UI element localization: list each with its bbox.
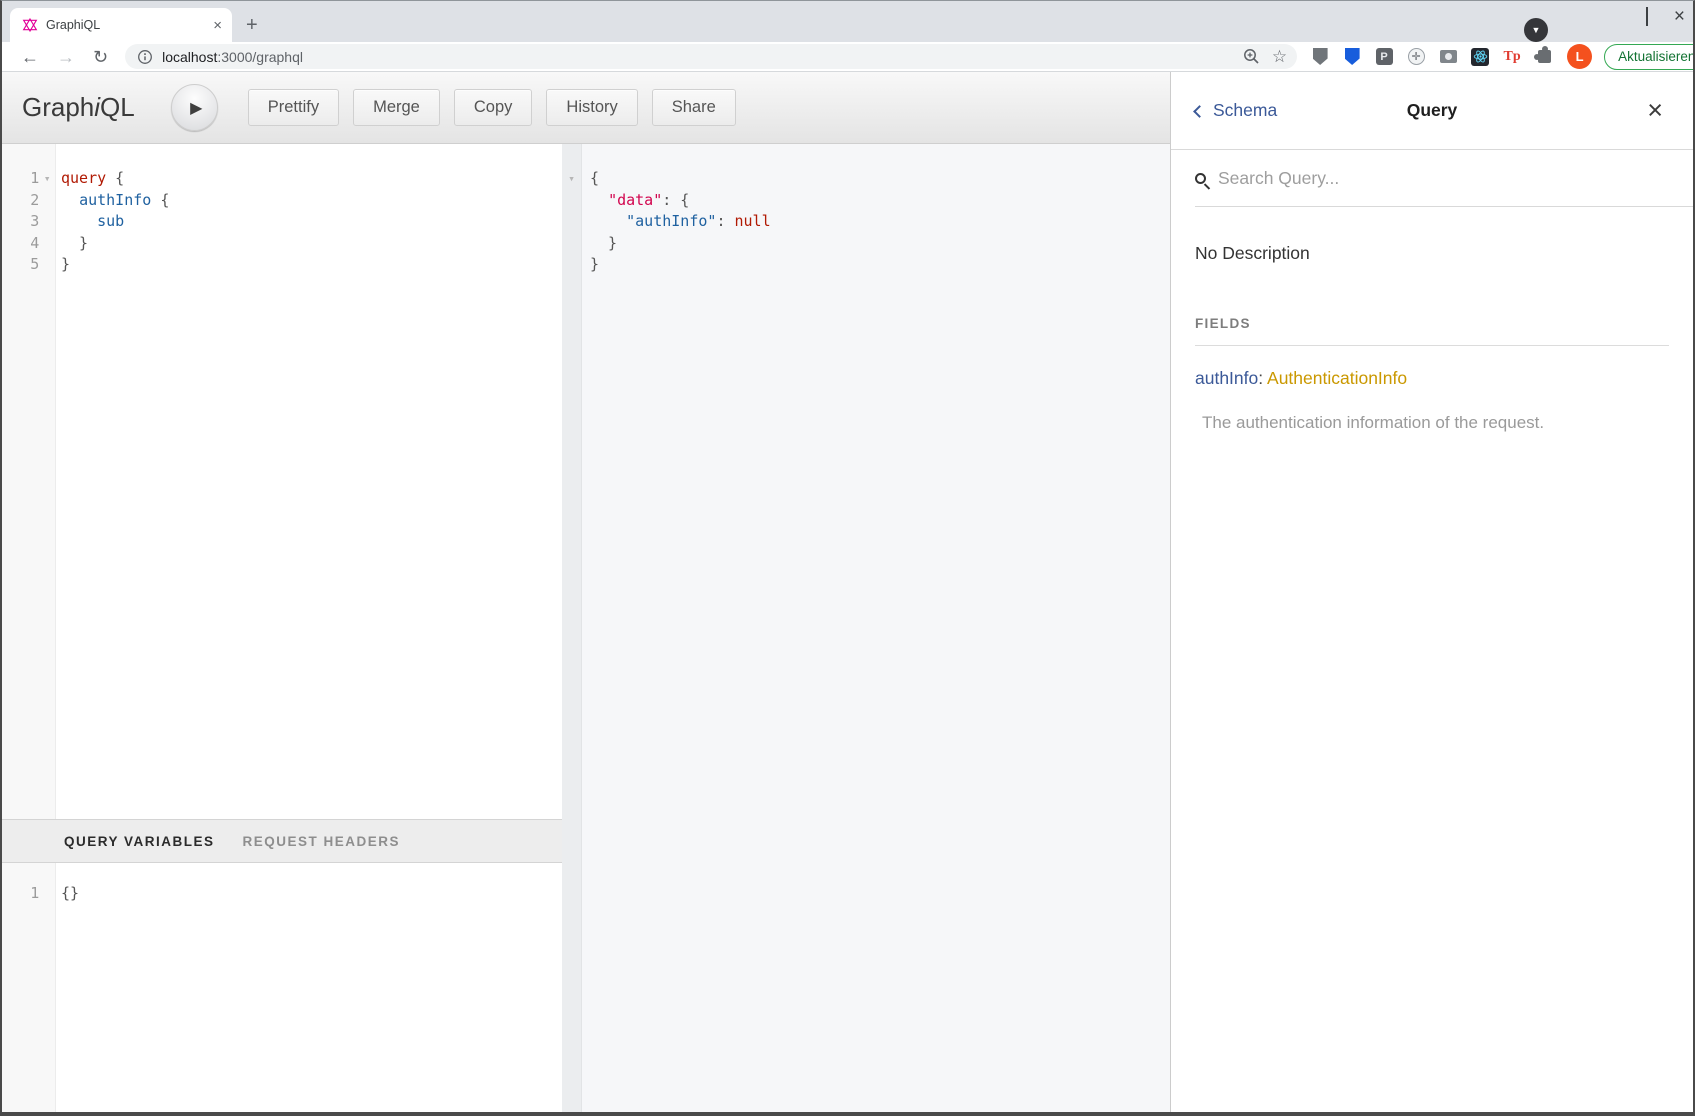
reload-icon[interactable]: ↻	[93, 48, 108, 66]
field-description: The authentication information of the re…	[1195, 413, 1669, 433]
browser-window: GraphiQL × + ▼ × ← → ↻ localhost:3000/gr…	[0, 0, 1695, 1116]
doc-search-input[interactable]	[1218, 168, 1693, 189]
tab-strip: GraphiQL × + ▼ ×	[2, 1, 1693, 42]
graphiql-logo: GraphiQL	[22, 92, 135, 123]
extensions-puzzle-icon[interactable]	[1535, 48, 1553, 66]
tab-request-headers[interactable]: REQUEST HEADERS	[243, 834, 401, 849]
graphiql-toolbar: GraphiQL ▶ Prettify Merge Copy History S…	[2, 72, 1170, 144]
execute-query-button[interactable]: ▶	[171, 84, 218, 131]
new-tab-button[interactable]: +	[246, 15, 258, 35]
circle-cross-extension-icon[interactable]: ✛	[1407, 48, 1425, 66]
browser-tab-graphiql[interactable]: GraphiQL ×	[10, 8, 232, 42]
response-fold-gutter: ▾	[562, 144, 582, 1112]
p-extension-icon[interactable]: P	[1375, 48, 1393, 66]
page-info-icon[interactable]	[137, 49, 153, 65]
ublock-extension-icon[interactable]	[1311, 48, 1329, 66]
history-button[interactable]: History	[546, 89, 637, 126]
response-viewer: ▾ { "data": { "authInfo": null }}	[562, 144, 1170, 1112]
variables-editor[interactable]: 1 {}	[2, 863, 562, 1112]
bookmark-star-icon[interactable]: ☆	[1272, 48, 1287, 65]
query-editor-code[interactable]: query { authInfo { sub }}	[56, 144, 562, 819]
query-editor[interactable]: 1▾2345 query { authInfo { sub }}	[2, 144, 562, 819]
extension-icons: P ✛ Tp L	[1311, 44, 1592, 69]
variables-tab-bar: QUERY VARIABLES REQUEST HEADERS	[2, 819, 562, 863]
screenshot-camera-extension-icon[interactable]	[1439, 48, 1457, 66]
profile-avatar[interactable]: L	[1567, 44, 1592, 69]
doc-back-link[interactable]: Schema	[1195, 100, 1277, 121]
share-button[interactable]: Share	[652, 89, 736, 126]
tab-close-icon[interactable]: ×	[213, 18, 222, 33]
field-item-authinfo: authInfo: AuthenticationInfo	[1195, 368, 1669, 389]
type-description: No Description	[1195, 243, 1669, 264]
doc-explorer-panel: Schema Query × No Description FIELDS aut…	[1170, 72, 1693, 1112]
window-controls: ×	[1620, 7, 1685, 26]
variables-editor-code[interactable]: {}	[56, 863, 562, 1112]
graphiql-app: GraphiQL ▶ Prettify Merge Copy History S…	[2, 72, 1170, 1112]
query-editor-gutter: 1▾2345	[2, 144, 56, 819]
chrome-update-menu-button[interactable]: Aktualisieren ⋮	[1604, 44, 1695, 70]
address-bar[interactable]: localhost:3000/graphql ☆	[125, 44, 1297, 69]
page-zoom-icon[interactable]	[1243, 48, 1260, 65]
back-icon[interactable]: ←	[21, 48, 39, 66]
doc-close-icon[interactable]: ×	[1647, 97, 1663, 124]
url-text[interactable]: localhost:3000/graphql	[162, 49, 303, 65]
field-name-link[interactable]: authInfo	[1195, 368, 1258, 388]
chevron-left-icon	[1193, 105, 1206, 118]
maximize-button[interactable]	[1646, 8, 1648, 26]
graphql-favicon-icon	[22, 17, 38, 33]
fields-divider	[1195, 345, 1669, 346]
merge-button[interactable]: Merge	[353, 89, 440, 126]
tab-query-variables[interactable]: QUERY VARIABLES	[64, 834, 215, 849]
copy-button[interactable]: Copy	[454, 89, 533, 126]
doc-explorer-header: Schema Query ×	[1171, 72, 1693, 150]
forward-icon: →	[57, 48, 75, 66]
browser-update-indicator-icon[interactable]: ▼	[1524, 18, 1548, 42]
fields-section-label: FIELDS	[1195, 316, 1669, 331]
bitwarden-extension-icon[interactable]	[1343, 48, 1361, 66]
search-icon	[1195, 173, 1206, 184]
play-icon: ▶	[190, 98, 202, 118]
variables-editor-gutter: 1	[2, 863, 56, 1112]
doc-body: No Description FIELDS authInfo: Authenti…	[1171, 207, 1693, 1112]
tab-title: GraphiQL	[46, 18, 213, 32]
window-close-button[interactable]: ×	[1674, 7, 1685, 26]
react-devtools-extension-icon[interactable]	[1471, 48, 1489, 66]
browser-toolbar: ← → ↻ localhost:3000/graphql	[2, 42, 1693, 72]
tp-extension-icon[interactable]: Tp	[1503, 48, 1521, 66]
query-pane: 1▾2345 query { authInfo { sub }} QUERY V…	[2, 144, 562, 1112]
doc-search-row	[1195, 150, 1693, 207]
type-name-link[interactable]: AuthenticationInfo	[1267, 368, 1407, 388]
response-code: { "data": { "authInfo": null }}	[582, 144, 1170, 1112]
prettify-button[interactable]: Prettify	[248, 89, 339, 126]
